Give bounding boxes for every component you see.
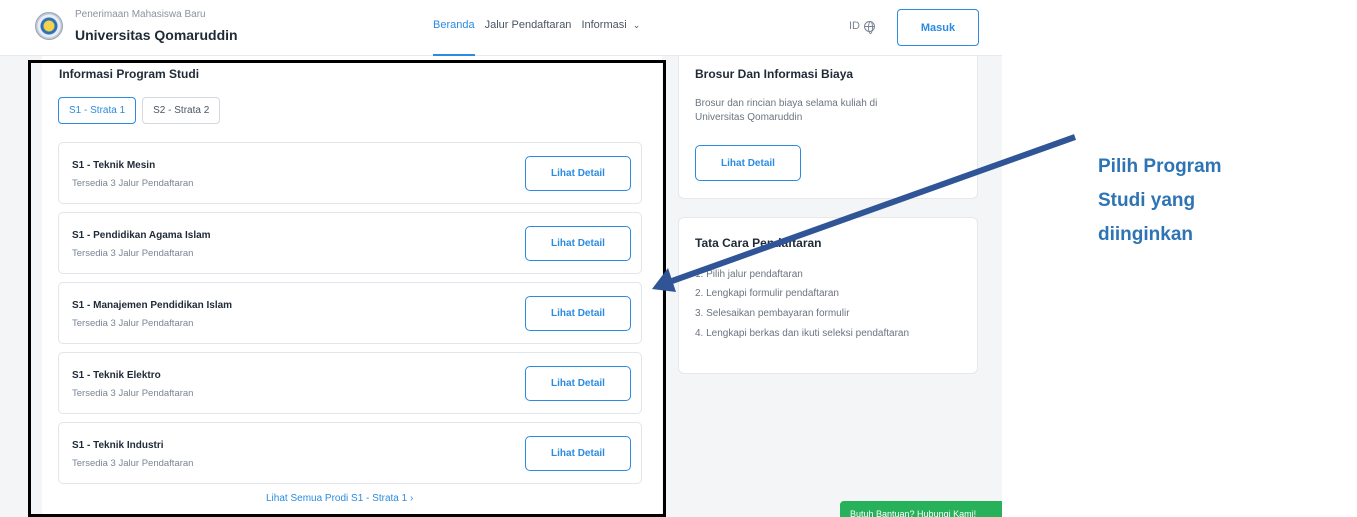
annotation-line: diinginkan (1098, 224, 1193, 245)
arrow-shaft (670, 134, 1077, 284)
annotation-arrow (652, 134, 1077, 292)
annotation-line: Studi yang (1098, 190, 1196, 211)
annotation-line: Pilih Program (1098, 156, 1222, 177)
annotation-text: Pilih Program Studi yang diinginkan (1098, 150, 1268, 252)
